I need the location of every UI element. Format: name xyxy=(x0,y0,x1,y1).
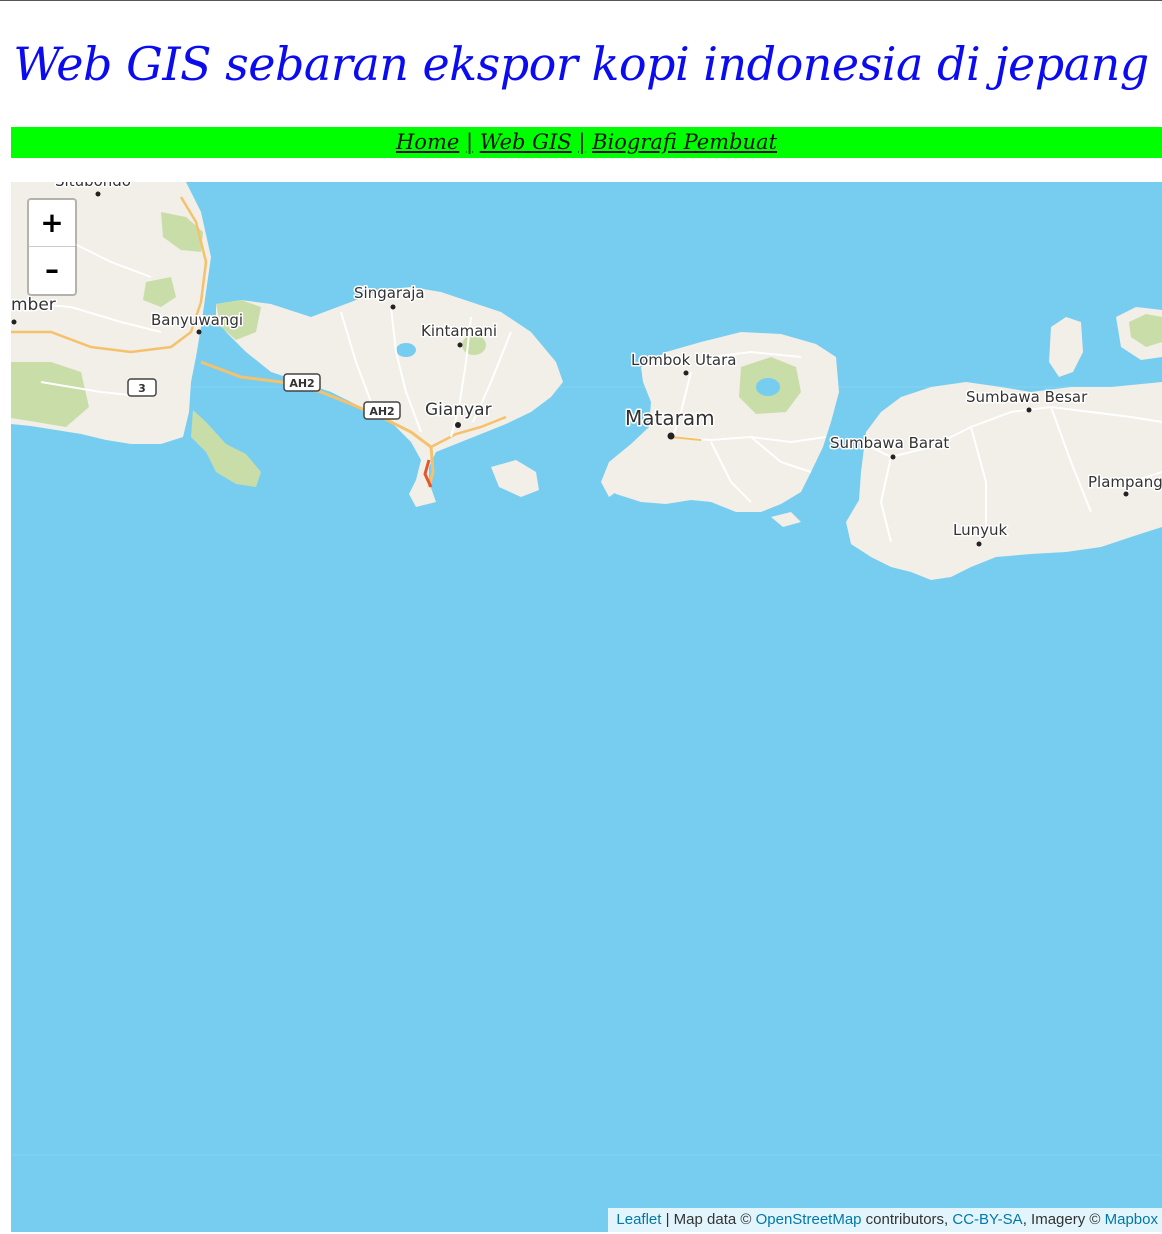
place-dot xyxy=(196,329,202,335)
map-container[interactable]: 3 AH2 AH2 Situbondo mber Banyuwangi Sing… xyxy=(11,182,1162,1232)
openstreetmap-link[interactable]: OpenStreetMap xyxy=(756,1211,862,1228)
place-label-lombok-utara: Lombok Utara xyxy=(631,351,736,369)
blambangan-peninsula xyxy=(191,410,261,487)
moyo-island xyxy=(1049,317,1083,377)
navbar: Home | Web GIS | Biografi Pembuat xyxy=(11,127,1162,158)
place-label-plampang: Plampang xyxy=(1088,473,1162,491)
place-dot xyxy=(890,454,896,460)
page-title: Web GIS sebaran ekspor kopi indonesia di… xyxy=(13,37,1149,91)
nav-separator: | xyxy=(578,130,586,154)
route-shield-ah2: AH2 xyxy=(283,373,321,392)
place-dot xyxy=(976,541,982,547)
bali-lake xyxy=(396,343,416,357)
svg-text:3: 3 xyxy=(138,382,146,395)
place-label-singaraja: Singaraja xyxy=(354,284,425,302)
place-dot xyxy=(457,342,463,348)
map-tiles[interactable]: 3 AH2 AH2 Situbondo mber Banyuwangi Sing… xyxy=(11,182,1162,1232)
attribution-text: , Imagery © xyxy=(1022,1211,1105,1228)
zoom-control: + – xyxy=(27,198,77,296)
attribution-text: | Map data © xyxy=(661,1211,756,1228)
place-dot xyxy=(95,191,101,197)
place-dot xyxy=(390,304,396,310)
leaflet-link[interactable]: Leaflet xyxy=(616,1211,661,1228)
place-dot xyxy=(455,422,461,428)
place-label-banyuwangi: Banyuwangi xyxy=(151,311,243,329)
place-label-situbondo: Situbondo xyxy=(55,182,131,190)
cc-by-sa-link[interactable]: CC-BY-SA xyxy=(952,1211,1022,1228)
nav-webgis-link[interactable]: Web GIS xyxy=(480,130,572,154)
svg-text:AH2: AH2 xyxy=(289,377,314,390)
zoom-in-button[interactable]: + xyxy=(29,200,75,247)
route-shield-3: 3 xyxy=(127,378,157,397)
mapbox-link[interactable]: Mapbox xyxy=(1105,1211,1158,1228)
segara-anak-lake xyxy=(756,378,780,396)
map-attribution: Leaflet | Map data © OpenStreetMap contr… xyxy=(608,1208,1162,1232)
zoom-out-button[interactable]: – xyxy=(29,247,75,293)
nusa-penida xyxy=(491,460,539,497)
nav-separator: | xyxy=(465,130,474,154)
place-label-sumbawa-barat: Sumbawa Barat xyxy=(830,434,949,452)
place-label-sumbawa-besar: Sumbawa Besar xyxy=(966,388,1088,406)
place-dot xyxy=(1026,407,1032,413)
nav-biografi-link[interactable]: Biografi Pembuat xyxy=(592,130,777,154)
place-label-kintamani: Kintamani xyxy=(421,322,497,340)
svg-text:AH2: AH2 xyxy=(369,405,394,418)
place-label-mataram: Mataram xyxy=(625,406,715,430)
top-rule xyxy=(0,0,1162,1)
nav-home-link[interactable]: Home xyxy=(396,130,459,154)
place-label-lunyuk: Lunyuk xyxy=(953,521,1007,539)
place-dot xyxy=(667,432,675,440)
route-shield-ah2: AH2 xyxy=(363,401,401,420)
attribution-text: contributors, xyxy=(861,1211,953,1228)
place-dot xyxy=(11,319,17,325)
place-label-gianyar: Gianyar xyxy=(425,400,492,420)
place-label-jember: mber xyxy=(11,295,56,315)
place-dot xyxy=(1123,491,1129,497)
place-dot xyxy=(683,370,689,376)
